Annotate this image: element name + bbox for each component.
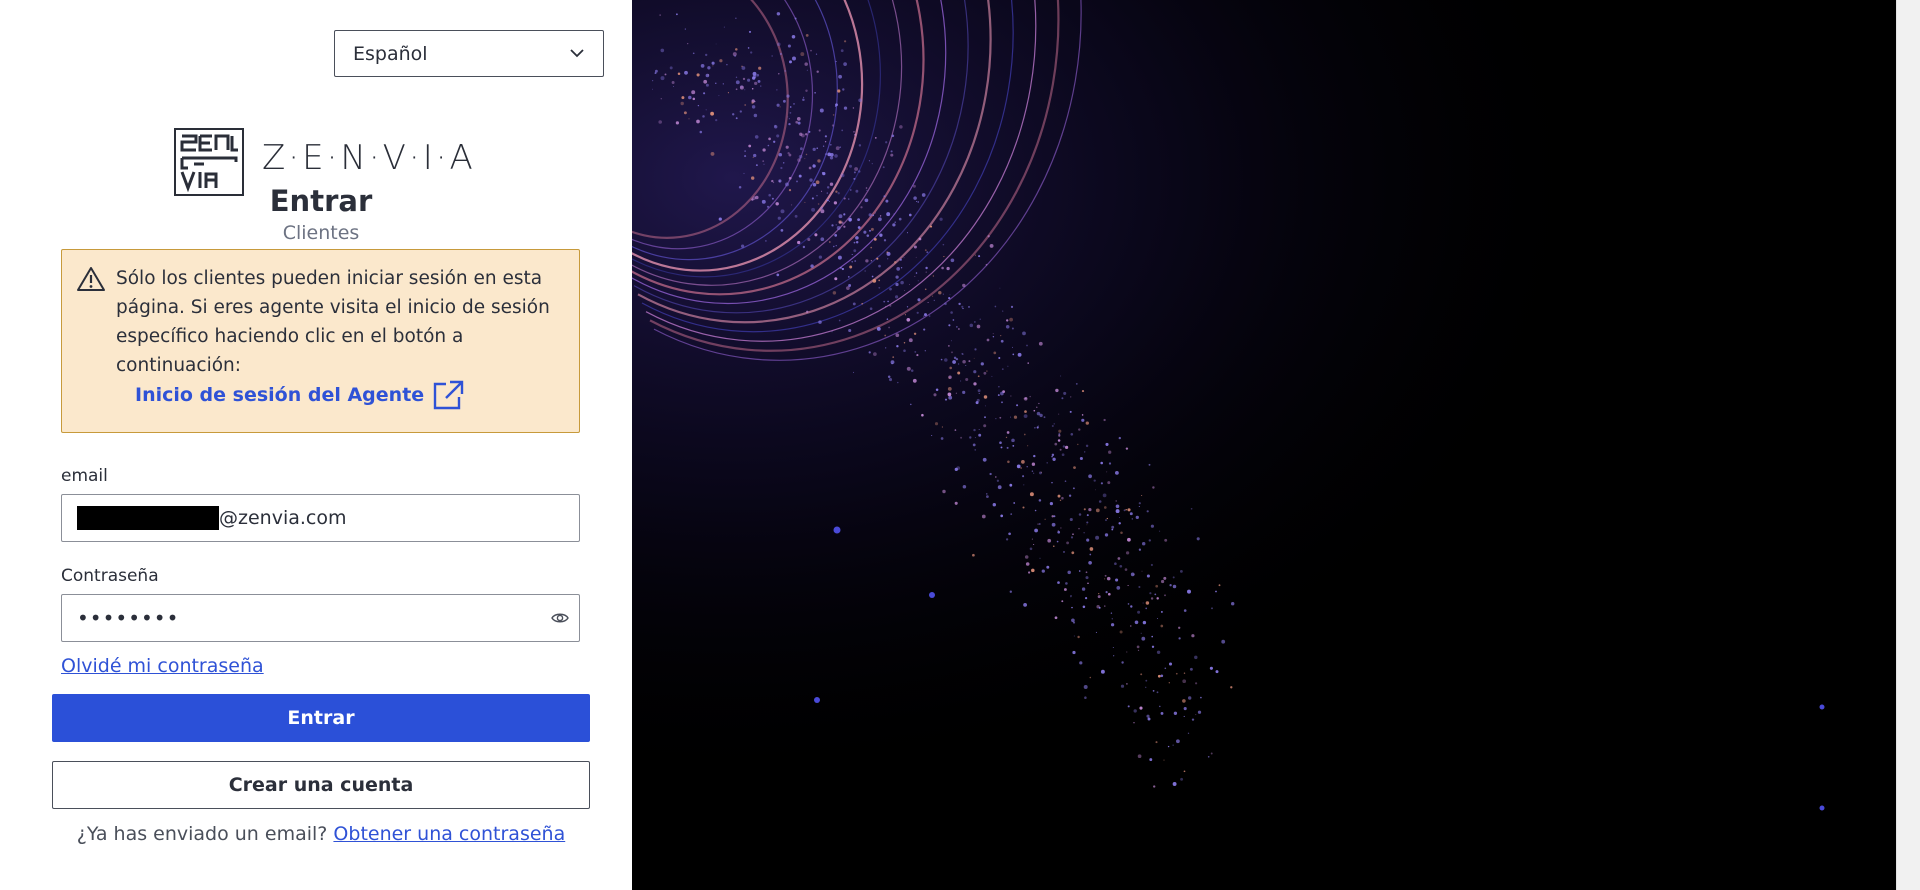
footer-text: ¿Ya has enviado un email? Obtener una co… bbox=[0, 823, 642, 845]
warning-icon bbox=[77, 267, 105, 291]
page-subtitle: Clientes bbox=[282, 222, 360, 244]
forgot-password-link[interactable]: Olvidé mi contraseña bbox=[61, 655, 264, 677]
create-account-button[interactable]: Crear una cuenta bbox=[52, 761, 590, 809]
email-field[interactable]: @zenvia.com bbox=[61, 494, 580, 542]
language-select[interactable]: Español bbox=[334, 30, 604, 77]
clients-only-alert: Sólo los clientes pueden iniciar sesión … bbox=[61, 249, 580, 433]
zenvia-wordmark: Z·E·N·V·I·A bbox=[262, 138, 476, 178]
agent-login-link[interactable]: Inicio de sesión del Agente bbox=[135, 380, 464, 410]
hero-background-image bbox=[632, 0, 1896, 890]
eye-icon[interactable] bbox=[551, 610, 569, 626]
password-value: •••••••• bbox=[77, 606, 180, 630]
login-button[interactable]: Entrar bbox=[52, 694, 590, 742]
chevron-down-icon bbox=[570, 49, 584, 58]
email-label: email bbox=[61, 466, 108, 486]
page-title: Entrar bbox=[269, 184, 373, 218]
password-field[interactable]: •••••••• bbox=[61, 594, 580, 642]
agent-login-link-label: Inicio de sesión del Agente bbox=[135, 384, 425, 406]
redacted-email-block bbox=[77, 506, 219, 530]
particle-swirl-image bbox=[632, 0, 1896, 890]
email-value: @zenvia.com bbox=[219, 507, 347, 529]
footer-question: ¿Ya has enviado un email? bbox=[76, 823, 328, 845]
get-password-link[interactable]: Obtener una contraseña bbox=[333, 823, 565, 845]
password-label: Contraseña bbox=[61, 566, 159, 586]
alert-message: Sólo los clientes pueden iniciar sesión … bbox=[116, 268, 550, 376]
language-select-value: Español bbox=[353, 42, 428, 65]
external-link-icon bbox=[433, 380, 464, 410]
login-panel: Español Z·E·N·V·I·A Entrar Clientes Sólo… bbox=[0, 0, 632, 890]
page-scrollbar[interactable] bbox=[1896, 0, 1920, 890]
